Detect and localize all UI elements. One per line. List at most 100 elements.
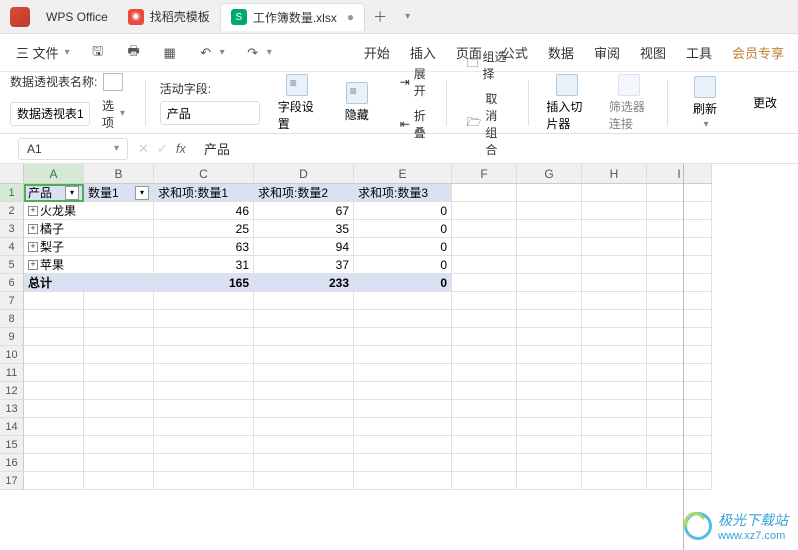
cell[interactable] xyxy=(517,472,582,490)
cell[interactable] xyxy=(647,292,712,310)
cell[interactable]: 31 xyxy=(154,256,254,274)
cell[interactable] xyxy=(582,310,647,328)
undo-button[interactable]: ↶▾ xyxy=(190,41,233,65)
enter-icon[interactable]: ✓ xyxy=(157,141,168,157)
cell[interactable] xyxy=(84,418,154,436)
cell[interactable] xyxy=(452,202,517,220)
preview-button[interactable]: ▦ xyxy=(154,41,186,65)
group-select-button[interactable]: 🗀 组选择 xyxy=(460,46,513,84)
cell[interactable] xyxy=(582,328,647,346)
cell[interactable] xyxy=(254,418,354,436)
formula-input[interactable]: 产品 xyxy=(196,139,798,158)
column-header-A[interactable]: A xyxy=(24,164,84,184)
cell[interactable] xyxy=(582,364,647,382)
column-header-I[interactable]: I xyxy=(647,164,712,184)
cell[interactable] xyxy=(517,220,582,238)
cell[interactable] xyxy=(452,220,517,238)
cell[interactable] xyxy=(84,454,154,472)
cell[interactable] xyxy=(517,436,582,454)
cell[interactable] xyxy=(354,310,452,328)
cell[interactable] xyxy=(647,202,712,220)
cell[interactable] xyxy=(24,346,84,364)
cell[interactable]: 63 xyxy=(154,238,254,256)
cell[interactable] xyxy=(582,292,647,310)
cell[interactable] xyxy=(84,400,154,418)
collapse-button[interactable]: ⇤ 折叠 xyxy=(394,105,432,143)
row-header-16[interactable]: 16 xyxy=(0,454,24,472)
active-field-input[interactable] xyxy=(160,101,260,125)
cell[interactable]: 0 xyxy=(354,256,452,274)
cell[interactable] xyxy=(452,418,517,436)
change-datasource-button[interactable]: 更改 xyxy=(742,92,788,113)
close-icon[interactable]: ● xyxy=(347,10,354,24)
menu-tab-review[interactable]: 审阅 xyxy=(594,43,620,62)
field-settings-button[interactable]: 字段设置 xyxy=(274,72,320,134)
cancel-icon[interactable]: ✕ xyxy=(138,141,149,157)
cell[interactable] xyxy=(154,328,254,346)
cell[interactable] xyxy=(582,418,647,436)
row-header-12[interactable]: 12 xyxy=(0,382,24,400)
cell[interactable] xyxy=(24,364,84,382)
cell[interactable] xyxy=(84,436,154,454)
cell[interactable]: 0 xyxy=(354,202,452,220)
cell[interactable] xyxy=(647,400,712,418)
cell[interactable] xyxy=(452,184,517,202)
cell[interactable] xyxy=(354,400,452,418)
cell[interactable] xyxy=(517,328,582,346)
cell[interactable] xyxy=(517,418,582,436)
cell[interactable]: 37 xyxy=(254,256,354,274)
cell[interactable] xyxy=(84,292,154,310)
cell[interactable] xyxy=(452,364,517,382)
cell[interactable] xyxy=(254,436,354,454)
cell[interactable] xyxy=(452,346,517,364)
cell[interactable] xyxy=(254,310,354,328)
cell[interactable] xyxy=(517,310,582,328)
cell[interactable] xyxy=(647,418,712,436)
cell[interactable] xyxy=(582,472,647,490)
cell[interactable] xyxy=(582,202,647,220)
cell[interactable] xyxy=(354,454,452,472)
select-all-corner[interactable] xyxy=(0,164,24,184)
cell[interactable] xyxy=(517,364,582,382)
cell[interactable] xyxy=(24,418,84,436)
hide-button[interactable]: 隐藏 xyxy=(334,80,380,125)
cell[interactable] xyxy=(452,238,517,256)
column-header-C[interactable]: C xyxy=(154,164,254,184)
cell[interactable]: +苹果 xyxy=(24,256,154,274)
cell[interactable] xyxy=(84,364,154,382)
cell[interactable] xyxy=(24,310,84,328)
pivot-options-button[interactable]: 选项▾ xyxy=(96,95,131,133)
cell[interactable] xyxy=(254,346,354,364)
cell[interactable] xyxy=(254,382,354,400)
insert-slicer-button[interactable]: 插入切片器 xyxy=(542,72,590,134)
column-header-B[interactable]: B xyxy=(84,164,154,184)
row-header-11[interactable]: 11 xyxy=(0,364,24,382)
cell[interactable] xyxy=(254,454,354,472)
column-header-E[interactable]: E xyxy=(354,164,452,184)
cell[interactable] xyxy=(354,472,452,490)
cell[interactable] xyxy=(517,382,582,400)
cell[interactable] xyxy=(582,454,647,472)
cell[interactable] xyxy=(24,328,84,346)
expand-button[interactable]: ⇥ 展开 xyxy=(394,63,432,101)
tab-wps-home[interactable]: WPS Office xyxy=(36,3,118,31)
cell[interactable]: 总计 xyxy=(24,274,154,292)
filter-connections-button[interactable]: 筛选器连接 xyxy=(605,72,653,134)
tab-list-dropdown[interactable]: ▾ xyxy=(397,11,418,22)
cell[interactable] xyxy=(582,238,647,256)
cell[interactable] xyxy=(517,292,582,310)
cell[interactable] xyxy=(647,184,712,202)
cell[interactable] xyxy=(647,346,712,364)
row-header-4[interactable]: 4 xyxy=(0,238,24,256)
row-header-3[interactable]: 3 xyxy=(0,220,24,238)
cell[interactable]: +梨子 xyxy=(24,238,154,256)
row-header-10[interactable]: 10 xyxy=(0,346,24,364)
column-header-D[interactable]: D xyxy=(254,164,354,184)
cell[interactable] xyxy=(582,346,647,364)
cell[interactable] xyxy=(354,436,452,454)
cell[interactable] xyxy=(647,436,712,454)
cell[interactable] xyxy=(517,274,582,292)
column-header-G[interactable]: G xyxy=(517,164,582,184)
refresh-button[interactable]: 刷新▾ xyxy=(682,74,728,132)
cell[interactable] xyxy=(647,274,712,292)
